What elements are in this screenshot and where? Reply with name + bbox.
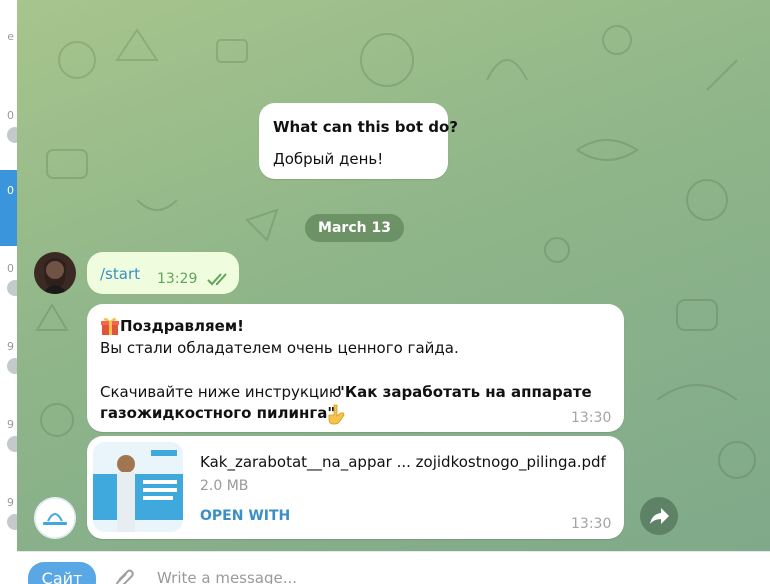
chat-list-item[interactable]: e <box>0 28 17 68</box>
message-input-bar: Сайт <box>17 551 770 584</box>
gift-icon <box>101 317 119 335</box>
site-button[interactable]: Сайт <box>28 562 96 584</box>
message-time: 13:30 <box>571 516 612 532</box>
message-line: Скачивайте ниже инструкцию <box>100 383 342 401</box>
chat-list-item[interactable]: 0 <box>0 107 17 147</box>
date-separator: March 13 <box>305 214 404 242</box>
message-line-bold: "Как заработать на аппарате <box>337 383 592 401</box>
file-name[interactable]: Kak_zarabotat__na_appar ... zojidkostnog… <box>200 453 606 471</box>
chat-list-fragment: 9 <box>7 340 14 353</box>
chat-list-edge: e 0 0 0 9 9 9 <box>0 0 18 583</box>
outgoing-message[interactable]: /start 13:29 <box>87 252 239 294</box>
message-line-bold: газожидкостного пилинга" <box>100 404 336 422</box>
chat-list-fragment: 0 <box>7 109 14 122</box>
chat-list-fragment: 0 <box>7 184 14 197</box>
chat-list-item[interactable]: 0 <box>0 260 17 300</box>
share-arrow-icon <box>650 508 669 524</box>
file-thumbnail[interactable] <box>93 442 183 532</box>
paperclip-icon[interactable] <box>113 566 137 584</box>
message-time: 13:29 <box>157 271 198 287</box>
chat-list-item-active[interactable]: 0 <box>0 170 17 246</box>
chat-list-item[interactable]: 9 <box>0 494 17 534</box>
message-time: 13:30 <box>571 410 612 426</box>
bot-info-title: What can this bot do? <box>273 118 458 136</box>
chat-list-item[interactable]: 9 <box>0 416 17 456</box>
chat-area[interactable]: What can this bot do? Добрый день! March… <box>17 0 770 551</box>
chat-list-fragment: e <box>7 30 14 43</box>
double-check-icon <box>207 273 227 286</box>
chat-list-fragment: 9 <box>7 496 14 509</box>
message-input[interactable] <box>155 568 659 584</box>
brand-logo-icon <box>34 497 76 539</box>
open-with-link[interactable]: OPEN WITH <box>200 508 290 524</box>
user-avatar[interactable] <box>34 252 76 294</box>
file-size: 2.0 MB <box>200 478 249 494</box>
message-line: Поздравляем! <box>120 317 244 335</box>
file-message[interactable]: Kak_zarabotat__na_appar ... zojidkostnog… <box>87 436 624 539</box>
outgoing-message-text[interactable]: /start <box>100 265 140 283</box>
chat-list-fragment: 9 <box>7 418 14 431</box>
bot-info-text: Добрый день! <box>273 150 384 168</box>
bot-avatar[interactable] <box>34 497 76 539</box>
chat-list-fragment: 0 <box>7 262 14 275</box>
message-line: Вы стали обладателем очень ценного гайда… <box>100 339 459 357</box>
incoming-message[interactable]: Поздравляем! Вы стали обладателем очень … <box>87 304 624 432</box>
pointing-down-icon <box>328 404 345 425</box>
bot-info-card: What can this bot do? Добрый день! <box>259 103 458 179</box>
chat-list-item[interactable]: 9 <box>0 338 17 378</box>
forward-button[interactable] <box>640 497 678 535</box>
